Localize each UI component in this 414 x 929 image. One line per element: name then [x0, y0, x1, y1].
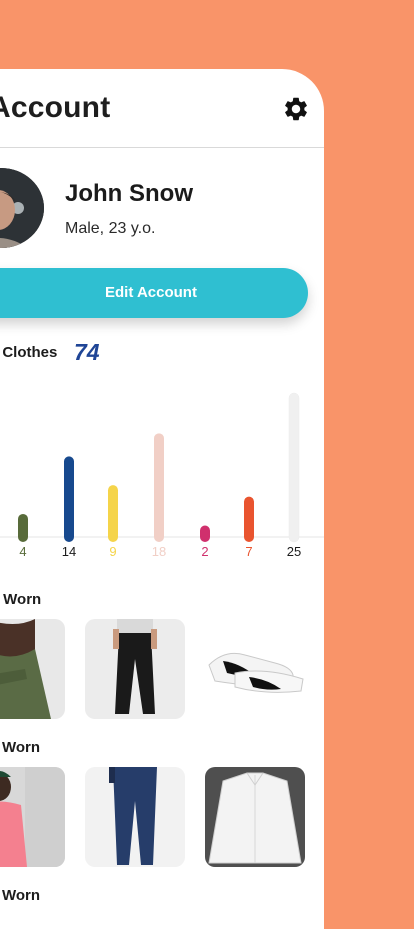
chart-bar — [18, 513, 28, 542]
chart-bar — [64, 456, 74, 542]
chart-tick-label: 14 — [62, 544, 76, 559]
chart-tick-label: 7 — [245, 544, 252, 559]
most-worn-title: t Worn — [0, 591, 42, 608]
avatar[interactable] — [0, 168, 44, 248]
chart-bar — [288, 392, 300, 543]
black-pants-photo[interactable] — [85, 619, 185, 719]
account-card: Account John Snow Male, 23 y.o. Edit Acc… — [0, 69, 324, 929]
jeans-photo[interactable] — [85, 767, 185, 867]
sneakers-photo[interactable] — [205, 619, 305, 719]
chart-tick-label: 2 — [201, 544, 208, 559]
total-clothes-count: 74 — [74, 339, 100, 365]
page-title: Account — [0, 91, 111, 124]
edit-account-button[interactable]: Edit Account — [0, 268, 308, 318]
header-divider — [0, 147, 324, 148]
chart-bar — [244, 496, 254, 542]
chart-tick-label: 9 — [109, 544, 116, 559]
chart-tick-label: 18 — [152, 544, 166, 559]
chart-bar — [154, 433, 164, 542]
chart-tick-label: 25 — [287, 544, 301, 559]
pink-shirt-photo[interactable] — [0, 767, 65, 867]
chart-bar — [108, 485, 118, 542]
profile-name: John Snow — [65, 180, 193, 207]
green-shirt-photo[interactable] — [0, 619, 65, 719]
total-clothes-label: l Clothes — [0, 344, 58, 361]
chart-bar — [200, 525, 210, 542]
chart-tick-label: 4 — [19, 544, 26, 559]
profile-meta: Male, 23 y.o. — [65, 220, 156, 237]
white-shirt-photo[interactable] — [205, 767, 305, 867]
least-worn-title: Worn — [2, 739, 41, 756]
clothes-chart: 4 14 9 18 2 7 25 — [0, 392, 324, 559]
gear-icon[interactable] — [282, 95, 310, 123]
